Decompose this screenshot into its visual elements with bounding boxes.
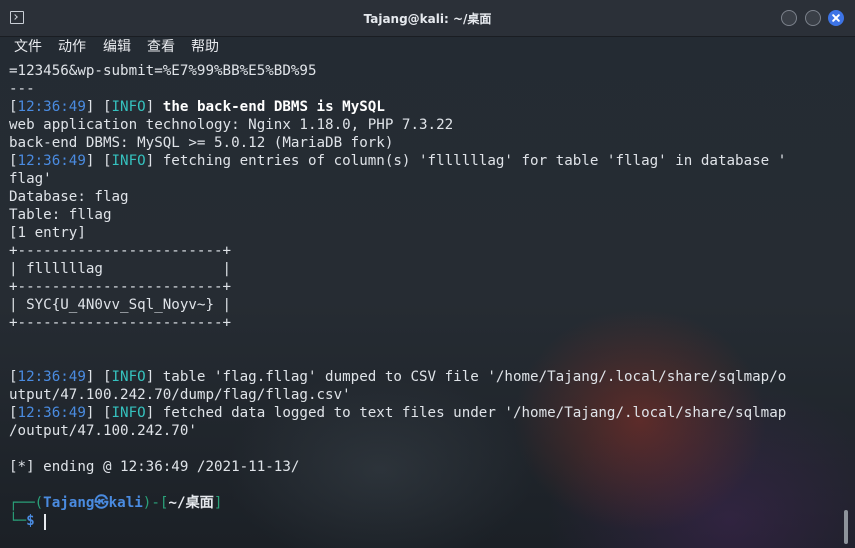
timestamp: 12:36:49	[17, 99, 86, 115]
terminal-text: ] fetched data logged to text files unde…	[145, 405, 787, 421]
scrollbar[interactable]	[844, 510, 848, 544]
terminal-line: [1 entry]	[9, 224, 845, 242]
terminal-text: Table: fllag	[9, 207, 112, 223]
prompt-frame-bottom: └─	[9, 513, 27, 529]
close-button[interactable]	[828, 10, 844, 26]
log-level-tag: INFO	[111, 153, 146, 169]
log-level-tag: INFO	[111, 405, 146, 421]
terminal-line: web application technology: Nginx 1.18.0…	[9, 116, 845, 134]
menu-view[interactable]: 查看	[147, 37, 175, 57]
window-title: Tajang@kali: ~/桌面	[363, 12, 492, 26]
terminal-line: | fllllllag |	[9, 260, 845, 278]
terminal-line: back-end DBMS: MySQL >= 5.0.12 (MariaDB …	[9, 134, 845, 152]
prompt-input-line[interactable]: └─$	[9, 512, 35, 530]
terminal-line: +------------------------+	[9, 314, 845, 332]
terminal-text: ] [	[85, 153, 112, 169]
timestamp: 12:36:49	[17, 405, 86, 421]
log-level-tag: INFO	[111, 369, 146, 385]
terminal-line: +------------------------+	[9, 242, 845, 260]
terminal-line: [12:36:49] [INFO] fetched data logged to…	[9, 404, 845, 422]
terminal-line: Table: fllag	[9, 206, 845, 224]
prompt-user-host: Tajang㉿kali	[43, 495, 143, 511]
menu-bar: 文件 动作 编辑 查看 帮助	[0, 37, 855, 57]
terminal-text: flag'	[9, 171, 52, 187]
terminal-line: [12:36:49] [INFO] the back-end DBMS is M…	[9, 98, 845, 116]
terminal-line: =123456&wp-submit=%E7%99%BB%E5%BD%95	[9, 62, 845, 80]
terminal-line: [12:36:49] [INFO] fetching entries of co…	[9, 152, 845, 170]
terminal-text: ] [	[85, 369, 112, 385]
menu-edit[interactable]: 编辑	[103, 37, 131, 57]
minimize-button[interactable]	[781, 10, 797, 26]
timestamp: 12:36:49	[17, 153, 86, 169]
prompt-symbol: $	[26, 513, 35, 529]
menu-help[interactable]: 帮助	[191, 37, 219, 57]
prompt-frame-close: ]	[213, 495, 223, 511]
terminal-text: /output/47.100.242.70'	[9, 423, 197, 439]
prompt-cwd: ~/桌面	[168, 495, 214, 511]
title-bar[interactable]: Tajang@kali: ~/桌面	[0, 0, 855, 37]
terminal-text: | SYC{U_4N0vv_Sql_Noyv~} |	[9, 297, 232, 313]
terminal-line: ---	[9, 80, 845, 98]
terminal-text: +------------------------+	[9, 315, 232, 331]
terminal-text: +------------------------+	[9, 279, 232, 295]
log-level-tag: INFO	[111, 99, 146, 115]
terminal-text: web application technology: Nginx 1.18.0…	[9, 117, 454, 133]
terminal-window: Tajang@kali: ~/桌面 文件 动作 编辑 查看 帮助 =123456…	[0, 0, 855, 548]
maximize-button[interactable]	[805, 10, 821, 26]
prompt-frame-open: ┌──(	[9, 495, 44, 511]
terminal-text: ---	[9, 81, 35, 97]
terminal-line: utput/47.100.242.70/dump/flag/fllag.csv'	[9, 386, 845, 404]
terminal-text: [	[9, 153, 18, 169]
terminal-text: Database: flag	[9, 189, 129, 205]
terminal-text: =123456&wp-submit=%E7%99%BB%E5%BD%95	[9, 63, 317, 79]
terminal-text: ]	[145, 99, 163, 115]
terminal-text: [	[9, 369, 18, 385]
prompt-line: ┌──(Tajang㉿kali)-[~/桌面]	[9, 494, 222, 512]
terminal-text: ] [	[85, 405, 112, 421]
terminal-text: [	[9, 405, 18, 421]
terminal-line: /output/47.100.242.70'	[9, 422, 845, 440]
timestamp: 12:36:49	[17, 369, 86, 385]
terminal-line: [12:36:49] [INFO] table 'flag.fllag' dum…	[9, 368, 845, 386]
terminal-text: [1 entry]	[9, 225, 86, 241]
terminal-text: ] fetching entries of column(s) 'fllllll…	[145, 153, 787, 169]
terminal-text: [	[9, 99, 18, 115]
terminal-output[interactable]: =123456&wp-submit=%E7%99%BB%E5%BD%95 ---[…	[9, 62, 845, 476]
terminal-line: flag'	[9, 170, 845, 188]
terminal-text: utput/47.100.242.70/dump/flag/fllag.csv'	[9, 387, 351, 403]
terminal-text: | fllllllag |	[9, 261, 232, 277]
terminal-text: [*] ending @ 12:36:49 /2021-11-13/	[9, 459, 300, 475]
terminal-line: [*] ending @ 12:36:49 /2021-11-13/	[9, 458, 845, 476]
terminal-text: +------------------------+	[9, 243, 232, 259]
menu-file[interactable]: 文件	[14, 37, 42, 57]
menu-actions[interactable]: 动作	[58, 37, 86, 57]
terminal-text: ] table 'flag.fllag' dumped to CSV file …	[145, 369, 787, 385]
terminal-line: +------------------------+	[9, 278, 845, 296]
terminal-line: | SYC{U_4N0vv_Sql_Noyv~} |	[9, 296, 845, 314]
terminal-text: the back-end DBMS is MySQL	[162, 99, 385, 115]
text-cursor	[44, 514, 46, 530]
terminal-line: Database: flag	[9, 188, 845, 206]
prompt-frame-mid: )-[	[142, 495, 169, 511]
terminal-text: back-end DBMS: MySQL >= 5.0.12 (MariaDB …	[9, 135, 394, 151]
terminal-text: ] [	[85, 99, 112, 115]
